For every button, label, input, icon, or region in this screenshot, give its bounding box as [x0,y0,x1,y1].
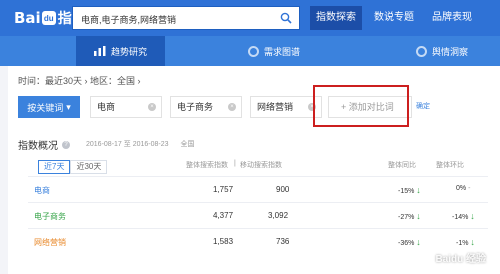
keyword-name[interactable]: 电子商务 [34,211,66,222]
search-input[interactable]: 电商,电子商务,网络营销 [81,13,176,26]
overall-index-value: 1,757 [213,185,234,194]
section-title: 指数概况 [18,141,58,152]
mom-value: -14% ↓ [452,211,475,221]
keyword-chip-label: 电子商务 [177,102,214,112]
section-header: 指数概况 ? [18,137,70,152]
top-header: Bai du 指数 电商,电子商务,网络营销 指数探索 数说专题 品牌表现 [0,0,500,36]
keyword-chip-label: 电商 [97,102,116,112]
col-overall-index: 整体搜索指数 [186,162,228,169]
tab-trend-research-label: 趋势研究 [111,46,148,57]
nav-tab-topics[interactable]: 数说专题 [368,6,420,30]
keyword-mode-button[interactable]: 按关键词 ▾ [18,96,80,118]
overall-index-value: 4,377 [213,211,234,220]
mom-value: 0% - [456,185,471,192]
keyword-mode-label: 按关键词 [27,102,64,113]
filter-breadcrumb[interactable]: 时间：最近30天 › 地区：全国 › [18,74,141,87]
remove-icon[interactable]: × [148,103,156,111]
nav-tab-brand[interactable]: 品牌表现 [426,6,478,30]
confirm-button[interactable]: 确定 [416,101,430,111]
yoy-value: -15% ↓ [398,185,421,195]
tab-opinion-insight[interactable]: 舆情洞察 [416,36,468,66]
table-row: 电商 1,757 900 -15% ↓ 0% - [28,176,488,202]
highlight-frame [313,85,409,127]
search-icon [280,12,292,24]
overview-meta: 2016-08-17 至 2016-08-23 全国 [86,139,194,149]
date-range: 2016-08-17 至 2016-08-23 [86,141,169,148]
col-mobile-index: 移动搜索指数 [240,162,282,169]
tab-demand-map[interactable]: 需求图谱 [248,36,300,66]
down-arrow-icon: ↓ [416,211,421,221]
search-box[interactable]: 电商,电子商务,网络营销 [72,6,300,30]
index-table: 电商 1,757 900 -15% ↓ 0% - 电子商务 4,377 3,09… [28,176,488,254]
logo-text-bai: Bai [14,9,41,27]
col-yoy: 整体同比 [388,162,416,169]
down-arrow-icon: ↓ [470,211,475,221]
opinion-icon [416,45,427,57]
mobile-index-value: 3,092 [268,211,289,220]
period-30d[interactable]: 近30天 [70,160,108,174]
paw-icon: du [41,11,56,25]
trend-icon [94,46,106,56]
mobile-index-value: 900 [276,185,290,194]
nav-tab-explore[interactable]: 指数探索 [310,6,362,30]
main-panel: 时间：最近30天 › 地区：全国 › 按关键词 ▾ 电商 × 电子商务 × 网络… [8,66,500,274]
region-label: 全国 [180,141,195,148]
keyword-chip-1[interactable]: 电商 × [90,96,162,118]
down-arrow-icon: ↓ [416,185,421,195]
tab-opinion-insight-label: 舆情洞察 [432,46,469,57]
overall-index-value: 1,583 [213,237,234,246]
sub-navigation: 趋势研究 需求图谱 舆情洞察 [0,36,500,66]
tab-trend-research[interactable]: 趋势研究 [76,36,166,66]
help-icon[interactable]: ? [62,140,70,149]
table-row: 电子商务 4,377 3,092 -27% ↓ -14% ↓ [28,202,488,228]
chevron-down-icon: ▾ [66,101,71,112]
demand-map-icon [248,45,259,57]
tab-demand-map-label: 需求图谱 [264,46,301,57]
keyword-chip-2[interactable]: 电子商务 × [170,96,242,118]
period-switch: 近7天 近30天 [38,160,108,174]
keyword-chip-3[interactable]: 网络营销 × [250,96,322,118]
watermark: Baidu 经验 [435,253,486,265]
keyword-chip-label: 网络营销 [257,102,294,112]
mobile-index-value: 736 [276,237,290,246]
remove-icon[interactable]: × [228,103,236,111]
keyword-name[interactable]: 网络营销 [34,237,66,248]
period-7d[interactable]: 近7天 [38,160,71,174]
yoy-value: -27% ↓ [398,211,421,221]
col-mom: 整体环比 [436,162,464,169]
keyword-name[interactable]: 电商 [34,185,50,196]
search-button[interactable] [273,7,299,29]
